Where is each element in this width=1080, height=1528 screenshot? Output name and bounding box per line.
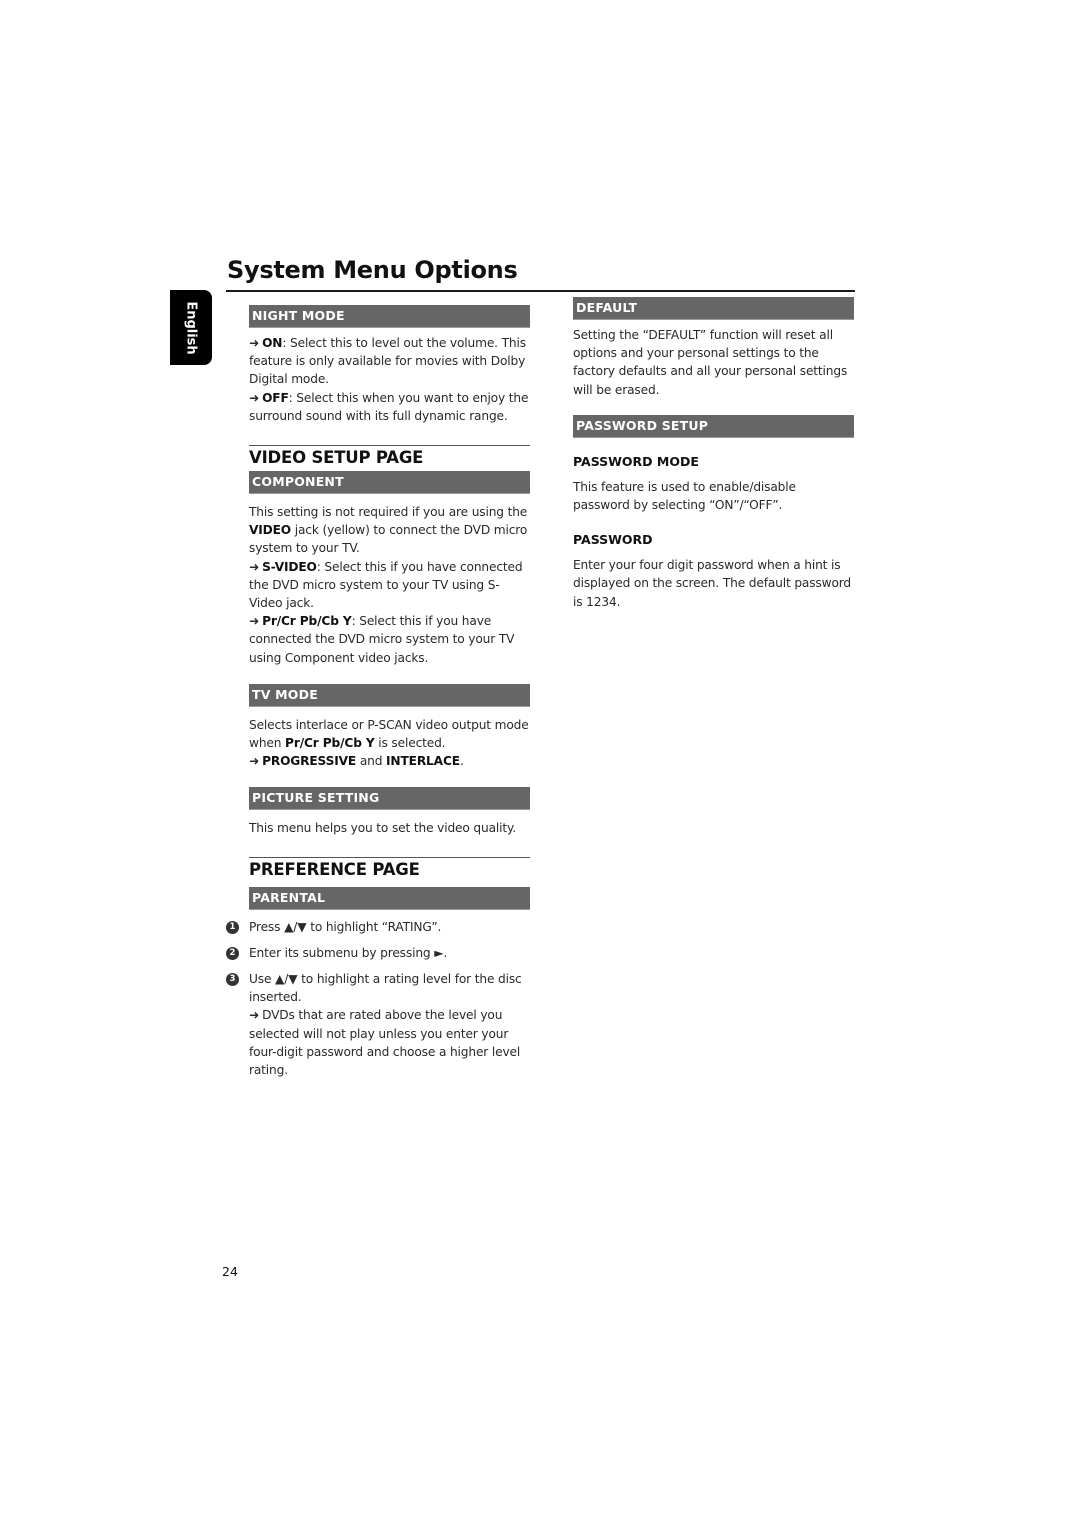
step-number-icon: 3 <box>226 973 239 987</box>
night-mode-off: ➜ OFF: Select this when you want to enjoy… <box>249 390 529 423</box>
arrow-icon: ➜ <box>249 1008 260 1023</box>
step-number-icon: 2 <box>226 946 239 960</box>
parental-header: PARENTAL <box>249 886 530 910</box>
video-setup-title: VIDEO SETUP PAGE <box>249 448 424 468</box>
password-title: PASSWORD <box>573 532 653 548</box>
arrow-icon: ➜ <box>249 336 260 350</box>
arrow-icon: ➜ <box>249 614 260 629</box>
left-column: NIGHT MODE ➜ ON: Select this to level out… <box>226 305 530 1079</box>
component-ypbpr: ➜ Pr/Cr Pb/Cb Y: Select this if you have … <box>249 614 515 665</box>
arrow-icon: ➜ <box>249 559 260 574</box>
picture-setting-header: PICTURE SETTING <box>249 787 530 811</box>
preference-title: PREFERENCE PAGE <box>249 859 420 879</box>
component-svideo: ➜ S-VIDEO: Select this if you have connec… <box>249 559 523 611</box>
component-header: COMPONENT <box>249 471 530 495</box>
component-intro: This setting is not required if you are … <box>249 505 528 556</box>
password-mode-text: This feature is used to enable/disable p… <box>573 479 796 513</box>
language-tab-label: English <box>183 300 199 355</box>
tv-mode-header: TV MODE <box>249 683 530 707</box>
parental-step-2: 2 Enter its submenu by pressing ►. <box>226 944 530 962</box>
parental-note: ➜ DVDs that are rated above the level you… <box>249 1008 521 1078</box>
night-mode-on: ➜ ON: Select this to level out the volume… <box>249 336 526 387</box>
up-down-arrows-icon: ▲/▼ <box>284 919 307 934</box>
night-mode-header: NIGHT MODE <box>249 305 530 328</box>
tv-mode-text: Selects interlace or P-SCAN video output… <box>249 717 529 751</box>
arrow-icon: ➜ <box>249 390 260 405</box>
section-rule <box>249 445 530 447</box>
step-number-icon: 1 <box>226 920 239 934</box>
language-tab: English <box>170 290 212 365</box>
title-rule <box>226 290 855 292</box>
picture-setting-text: This menu helps you to set the video qua… <box>249 821 517 836</box>
password-text: Enter your four digit password when a hi… <box>573 558 851 609</box>
default-header: DEFAULT <box>573 297 854 320</box>
parental-step-1: 1 Press ▲/▼ to highlight “RATING”. <box>226 918 530 936</box>
section-rule <box>249 856 530 858</box>
up-down-arrows-icon: ▲/▼ <box>275 972 298 987</box>
default-text: Setting the “DEFAULT” function will rese… <box>573 328 848 397</box>
page-number: 24 <box>222 1264 238 1279</box>
parental-step-3: 3 Use ▲/▼ to highlight a rating level fo… <box>226 970 530 1079</box>
page-title: System Menu Options <box>227 256 518 284</box>
password-mode-title: PASSWORD MODE <box>573 453 699 469</box>
tv-mode-options: ➜ PROGRESSIVE and INTERLACE. <box>249 754 464 769</box>
password-setup-header: PASSWORD SETUP <box>573 414 854 438</box>
right-column: DEFAULT Setting the “DEFAULT” function w… <box>573 297 854 611</box>
arrow-icon: ➜ <box>249 754 260 769</box>
